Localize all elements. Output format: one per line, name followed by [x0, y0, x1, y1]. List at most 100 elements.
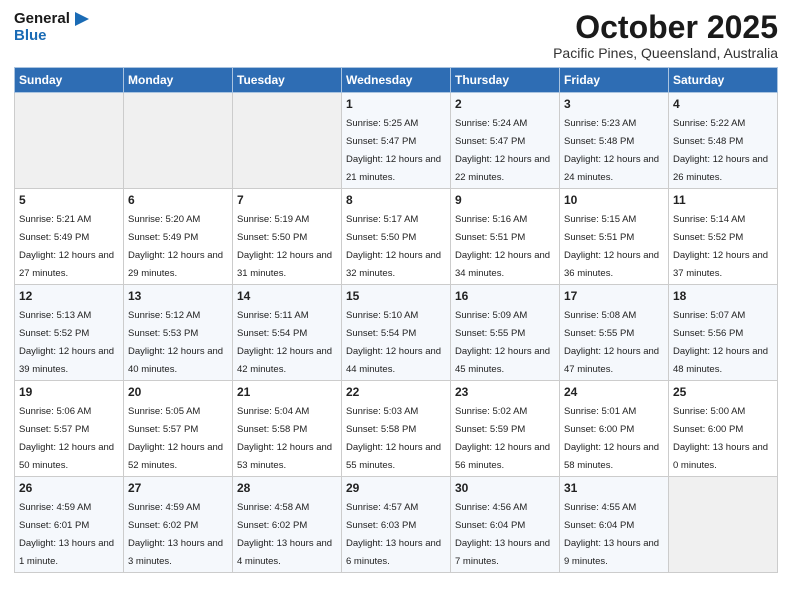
cell-info: Sunrise: 5:20 AMSunset: 5:49 PMDaylight:…: [128, 214, 223, 279]
cell-info: Sunrise: 5:03 AMSunset: 5:58 PMDaylight:…: [346, 406, 441, 471]
table-row: 27 Sunrise: 4:59 AMSunset: 6:02 PMDaylig…: [124, 477, 233, 573]
table-row: 21 Sunrise: 5:04 AMSunset: 5:58 PMDaylig…: [233, 381, 342, 477]
day-number: 9: [455, 193, 555, 207]
table-row: 31 Sunrise: 4:55 AMSunset: 6:04 PMDaylig…: [560, 477, 669, 573]
cell-info: Sunrise: 5:12 AMSunset: 5:53 PMDaylight:…: [128, 310, 223, 375]
table-row: [15, 93, 124, 189]
day-number: 4: [673, 97, 773, 111]
day-number: 19: [19, 385, 119, 399]
day-number: 22: [346, 385, 446, 399]
cell-info: Sunrise: 4:58 AMSunset: 6:02 PMDaylight:…: [237, 502, 332, 567]
cell-info: Sunrise: 5:08 AMSunset: 5:55 PMDaylight:…: [564, 310, 659, 375]
header: General Blue October 2025 Pacific Pines,…: [14, 10, 778, 61]
page-container: General Blue October 2025 Pacific Pines,…: [0, 0, 792, 579]
day-number: 21: [237, 385, 337, 399]
cell-info: Sunrise: 5:10 AMSunset: 5:54 PMDaylight:…: [346, 310, 441, 375]
table-row: 12 Sunrise: 5:13 AMSunset: 5:52 PMDaylig…: [15, 285, 124, 381]
table-row: 7 Sunrise: 5:19 AMSunset: 5:50 PMDayligh…: [233, 189, 342, 285]
table-row: 23 Sunrise: 5:02 AMSunset: 5:59 PMDaylig…: [451, 381, 560, 477]
table-row: 10 Sunrise: 5:15 AMSunset: 5:51 PMDaylig…: [560, 189, 669, 285]
calendar-header-row: Sunday Monday Tuesday Wednesday Thursday…: [15, 68, 778, 93]
table-row: 9 Sunrise: 5:16 AMSunset: 5:51 PMDayligh…: [451, 189, 560, 285]
day-number: 11: [673, 193, 773, 207]
table-row: 30 Sunrise: 4:56 AMSunset: 6:04 PMDaylig…: [451, 477, 560, 573]
table-row: 16 Sunrise: 5:09 AMSunset: 5:55 PMDaylig…: [451, 285, 560, 381]
cell-info: Sunrise: 4:59 AMSunset: 6:02 PMDaylight:…: [128, 502, 223, 567]
day-number: 6: [128, 193, 228, 207]
table-row: 24 Sunrise: 5:01 AMSunset: 6:00 PMDaylig…: [560, 381, 669, 477]
cell-info: Sunrise: 5:14 AMSunset: 5:52 PMDaylight:…: [673, 214, 768, 279]
cell-info: Sunrise: 5:21 AMSunset: 5:49 PMDaylight:…: [19, 214, 114, 279]
cell-info: Sunrise: 4:56 AMSunset: 6:04 PMDaylight:…: [455, 502, 550, 567]
table-row: 19 Sunrise: 5:06 AMSunset: 5:57 PMDaylig…: [15, 381, 124, 477]
cell-info: Sunrise: 5:00 AMSunset: 6:00 PMDaylight:…: [673, 406, 768, 471]
cell-info: Sunrise: 5:01 AMSunset: 6:00 PMDaylight:…: [564, 406, 659, 471]
day-number: 30: [455, 481, 555, 495]
day-number: 31: [564, 481, 664, 495]
cell-info: Sunrise: 5:07 AMSunset: 5:56 PMDaylight:…: [673, 310, 768, 375]
table-row: 13 Sunrise: 5:12 AMSunset: 5:53 PMDaylig…: [124, 285, 233, 381]
day-number: 12: [19, 289, 119, 303]
table-row: [124, 93, 233, 189]
day-number: 15: [346, 289, 446, 303]
day-number: 2: [455, 97, 555, 111]
table-row: 8 Sunrise: 5:17 AMSunset: 5:50 PMDayligh…: [342, 189, 451, 285]
cell-info: Sunrise: 5:06 AMSunset: 5:57 PMDaylight:…: [19, 406, 114, 471]
logo-arrow-icon: [75, 12, 89, 26]
day-number: 18: [673, 289, 773, 303]
cell-info: Sunrise: 4:59 AMSunset: 6:01 PMDaylight:…: [19, 502, 114, 567]
cell-info: Sunrise: 5:17 AMSunset: 5:50 PMDaylight:…: [346, 214, 441, 279]
table-row: 17 Sunrise: 5:08 AMSunset: 5:55 PMDaylig…: [560, 285, 669, 381]
cell-info: Sunrise: 5:13 AMSunset: 5:52 PMDaylight:…: [19, 310, 114, 375]
cell-info: Sunrise: 5:11 AMSunset: 5:54 PMDaylight:…: [237, 310, 332, 375]
cell-info: Sunrise: 5:05 AMSunset: 5:57 PMDaylight:…: [128, 406, 223, 471]
day-number: 23: [455, 385, 555, 399]
cell-info: Sunrise: 5:22 AMSunset: 5:48 PMDaylight:…: [673, 118, 768, 183]
cell-info: Sunrise: 4:57 AMSunset: 6:03 PMDaylight:…: [346, 502, 441, 567]
logo-blue: Blue: [14, 27, 89, 44]
day-number: 16: [455, 289, 555, 303]
cell-info: Sunrise: 5:23 AMSunset: 5:48 PMDaylight:…: [564, 118, 659, 183]
table-row: 29 Sunrise: 4:57 AMSunset: 6:03 PMDaylig…: [342, 477, 451, 573]
day-number: 3: [564, 97, 664, 111]
day-number: 17: [564, 289, 664, 303]
day-number: 28: [237, 481, 337, 495]
cell-info: Sunrise: 5:02 AMSunset: 5:59 PMDaylight:…: [455, 406, 550, 471]
table-row: 28 Sunrise: 4:58 AMSunset: 6:02 PMDaylig…: [233, 477, 342, 573]
cell-info: Sunrise: 5:25 AMSunset: 5:47 PMDaylight:…: [346, 118, 441, 183]
col-friday: Friday: [560, 68, 669, 93]
cell-info: Sunrise: 5:09 AMSunset: 5:55 PMDaylight:…: [455, 310, 550, 375]
calendar-week-row: 1 Sunrise: 5:25 AMSunset: 5:47 PMDayligh…: [15, 93, 778, 189]
logo: General Blue: [14, 10, 89, 45]
calendar-week-row: 12 Sunrise: 5:13 AMSunset: 5:52 PMDaylig…: [15, 285, 778, 381]
day-number: 25: [673, 385, 773, 399]
table-row: 25 Sunrise: 5:00 AMSunset: 6:00 PMDaylig…: [669, 381, 778, 477]
col-monday: Monday: [124, 68, 233, 93]
day-number: 27: [128, 481, 228, 495]
table-row: 14 Sunrise: 5:11 AMSunset: 5:54 PMDaylig…: [233, 285, 342, 381]
month-title: October 2025: [553, 10, 778, 45]
day-number: 10: [564, 193, 664, 207]
col-wednesday: Wednesday: [342, 68, 451, 93]
col-sunday: Sunday: [15, 68, 124, 93]
day-number: 13: [128, 289, 228, 303]
day-number: 29: [346, 481, 446, 495]
table-row: 2 Sunrise: 5:24 AMSunset: 5:47 PMDayligh…: [451, 93, 560, 189]
logo-general: General: [14, 10, 89, 27]
table-row: 20 Sunrise: 5:05 AMSunset: 5:57 PMDaylig…: [124, 381, 233, 477]
day-number: 1: [346, 97, 446, 111]
calendar-table: Sunday Monday Tuesday Wednesday Thursday…: [14, 67, 778, 573]
cell-info: Sunrise: 5:19 AMSunset: 5:50 PMDaylight:…: [237, 214, 332, 279]
day-number: 8: [346, 193, 446, 207]
cell-info: Sunrise: 5:15 AMSunset: 5:51 PMDaylight:…: [564, 214, 659, 279]
col-thursday: Thursday: [451, 68, 560, 93]
table-row: [669, 477, 778, 573]
table-row: 18 Sunrise: 5:07 AMSunset: 5:56 PMDaylig…: [669, 285, 778, 381]
title-block: October 2025 Pacific Pines, Queensland, …: [553, 10, 778, 61]
day-number: 20: [128, 385, 228, 399]
table-row: [233, 93, 342, 189]
table-row: 3 Sunrise: 5:23 AMSunset: 5:48 PMDayligh…: [560, 93, 669, 189]
day-number: 14: [237, 289, 337, 303]
location-subtitle: Pacific Pines, Queensland, Australia: [553, 45, 778, 61]
calendar-week-row: 19 Sunrise: 5:06 AMSunset: 5:57 PMDaylig…: [15, 381, 778, 477]
